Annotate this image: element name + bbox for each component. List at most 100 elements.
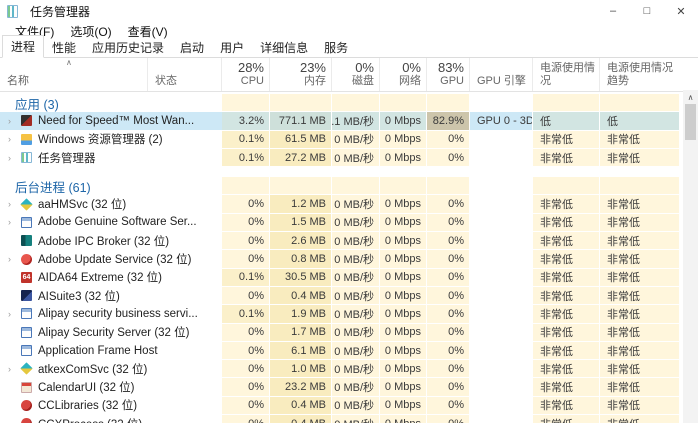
- cpu-cell: 0%: [222, 415, 270, 423]
- expand-chevron-icon[interactable]: ›: [8, 153, 21, 163]
- process-row[interactable]: CCLibraries (32 位)0%0.4 MB0 MB/秒0 Mbps0%…: [0, 397, 680, 415]
- vertical-scrollbar[interactable]: ∧: [683, 90, 698, 423]
- power-cell: 非常低: [533, 342, 600, 360]
- power-cell: 非常低: [533, 250, 600, 268]
- process-row[interactable]: 64AIDA64 Extreme (32 位)0.1%30.5 MB0 MB/秒…: [0, 269, 680, 287]
- gpu-cell: 0%: [427, 360, 470, 378]
- engine-cell: [470, 324, 533, 342]
- process-row[interactable]: ›Adobe Genuine Software Ser...0%1.5 MB0 …: [0, 214, 680, 232]
- expand-chevron-icon[interactable]: ›: [8, 134, 21, 144]
- column-header-power-trend[interactable]: 电源使用情况趋势: [600, 58, 680, 91]
- tab-app-history[interactable]: 应用历史记录: [84, 37, 172, 58]
- column-header-name[interactable]: ∧ 名称: [0, 58, 148, 91]
- tab-performance[interactable]: 性能: [44, 37, 84, 58]
- trend-cell: 非常低: [600, 269, 680, 287]
- disk-cell: 0 MB/秒: [332, 342, 380, 360]
- trend-cell: 非常低: [600, 397, 680, 415]
- disk-cell: 0.1 MB/秒: [332, 112, 380, 130]
- process-row[interactable]: CCXProcess (32 位)0%0.4 MB0 MB/秒0 Mbps0%非…: [0, 415, 680, 423]
- process-row[interactable]: ›Adobe Update Service (32 位)0%0.8 MB0 MB…: [0, 250, 680, 268]
- cpu-cell: 0%: [222, 342, 270, 360]
- network-total-percent: 0%: [380, 60, 426, 75]
- process-name: Adobe Update Service (32 位): [38, 251, 191, 267]
- column-header-status[interactable]: 状态: [148, 58, 222, 91]
- mem-cell: 771.1 MB: [270, 112, 332, 130]
- power-cell: 非常低: [533, 397, 600, 415]
- engine-cell: [470, 305, 533, 323]
- group-header-row[interactable]: 后台进程 (61): [0, 177, 680, 195]
- process-name: Application Frame Host: [38, 345, 158, 357]
- mem-cell: 23.2 MB: [270, 378, 332, 396]
- gpu-cell: 0%: [427, 214, 470, 232]
- column-header-disk[interactable]: 0% 磁盘: [332, 58, 380, 91]
- process-name-cell: › Adobe Update Service (32 位): [0, 250, 222, 268]
- maximize-button[interactable]: □: [630, 0, 664, 22]
- disk-cell: [332, 177, 380, 195]
- cpu-cell: 0%: [222, 360, 270, 378]
- process-row[interactable]: Adobe IPC Broker (32 位)0%2.6 MB0 MB/秒0 M…: [0, 232, 680, 250]
- close-button[interactable]: ✕: [664, 0, 698, 22]
- process-name: aaHMSvc (32 位): [38, 196, 126, 212]
- memory-total-percent: 23%: [270, 60, 331, 75]
- process-row[interactable]: Alipay Security Server (32 位)0%1.7 MB0 M…: [0, 324, 680, 342]
- process-row[interactable]: ›atkexComSvc (32 位)0%1.0 MB0 MB/秒0 Mbps0…: [0, 360, 680, 378]
- gpu-cell: 0%: [427, 269, 470, 287]
- expand-chevron-icon[interactable]: ›: [8, 309, 21, 319]
- cpu-cell: 0%: [222, 287, 270, 305]
- scrollbar-up-arrow-icon[interactable]: ∧: [683, 90, 698, 104]
- column-header-network[interactable]: 0% 网络: [380, 58, 427, 91]
- tab-users[interactable]: 用户: [212, 37, 252, 58]
- cpu-column-label: CPU: [222, 75, 269, 88]
- group-header-row[interactable]: 应用 (3): [0, 94, 680, 112]
- aida64-icon: 64: [21, 272, 32, 283]
- column-header-gpu-engine[interactable]: GPU 引擎: [470, 58, 533, 91]
- process-row[interactable]: AISuite3 (32 位)0%0.4 MB0 MB/秒0 Mbps0%非常低…: [0, 287, 680, 305]
- expand-chevron-icon[interactable]: ›: [8, 116, 21, 126]
- tab-details[interactable]: 详细信息: [252, 37, 316, 58]
- trend-cell: 非常低: [600, 131, 680, 149]
- mem-cell: 1.5 MB: [270, 214, 332, 232]
- cpu-cell: 0.1%: [222, 149, 270, 167]
- net-cell: 0 Mbps: [380, 324, 427, 342]
- cpu-cell: [222, 94, 270, 112]
- net-cell: 0 Mbps: [380, 149, 427, 167]
- process-row[interactable]: ›Alipay security business servi...0.1%1.…: [0, 305, 680, 323]
- process-row[interactable]: ›任务管理器0.1%27.2 MB0 MB/秒0 Mbps0%非常低非常低: [0, 149, 680, 167]
- mem-cell: 2.6 MB: [270, 232, 332, 250]
- process-row[interactable]: ›Need for Speed™ Most Wan...3.2%771.1 MB…: [0, 112, 680, 130]
- power-cell: 非常低: [533, 378, 600, 396]
- power-cell: 非常低: [533, 324, 600, 342]
- mem-cell: 30.5 MB: [270, 269, 332, 287]
- process-row[interactable]: ›Windows 资源管理器 (2)0.1%61.5 MB0 MB/秒0 Mbp…: [0, 131, 680, 149]
- expand-chevron-icon[interactable]: ›: [8, 254, 21, 264]
- net-cell: 0 Mbps: [380, 195, 427, 213]
- minimize-button[interactable]: –: [596, 0, 630, 22]
- process-name: AISuite3 (32 位): [38, 288, 120, 304]
- process-row[interactable]: Application Frame Host0%6.1 MB0 MB/秒0 Mb…: [0, 342, 680, 360]
- gpu-cell: 0%: [427, 324, 470, 342]
- disk-cell: 0 MB/秒: [332, 324, 380, 342]
- expand-chevron-icon[interactable]: ›: [8, 199, 21, 209]
- process-name: CCLibraries (32 位): [38, 397, 137, 413]
- disk-cell: 0 MB/秒: [332, 378, 380, 396]
- column-header-cpu[interactable]: 28% CPU: [222, 58, 270, 91]
- process-name-cell: ›Adobe Genuine Software Ser...: [0, 214, 222, 232]
- net-cell: 0 Mbps: [380, 415, 427, 423]
- gpu-cell: 0%: [427, 397, 470, 415]
- process-row[interactable]: ›aaHMSvc (32 位)0%1.2 MB0 MB/秒0 Mbps0%非常低…: [0, 195, 680, 213]
- column-header-gpu[interactable]: 83% GPU: [427, 58, 470, 91]
- expand-chevron-icon[interactable]: ›: [8, 364, 21, 374]
- gpu-cell: 82.9%: [427, 112, 470, 130]
- name-column-label: 名称: [0, 75, 147, 88]
- scrollbar-thumb[interactable]: [685, 104, 696, 140]
- power-cell: 非常低: [533, 360, 600, 378]
- expand-chevron-icon[interactable]: ›: [8, 217, 21, 227]
- tab-processes[interactable]: 进程: [2, 35, 44, 58]
- process-row[interactable]: CalendarUI (32 位)0%23.2 MB0 MB/秒0 Mbps0%…: [0, 378, 680, 396]
- column-header-power[interactable]: 电源使用情况: [533, 58, 600, 91]
- process-name-cell: CCXProcess (32 位): [0, 415, 222, 423]
- power-cell: 非常低: [533, 287, 600, 305]
- tab-services[interactable]: 服务: [316, 37, 356, 58]
- tab-startup[interactable]: 启动: [172, 37, 212, 58]
- column-header-memory[interactable]: 23% 内存: [270, 58, 332, 91]
